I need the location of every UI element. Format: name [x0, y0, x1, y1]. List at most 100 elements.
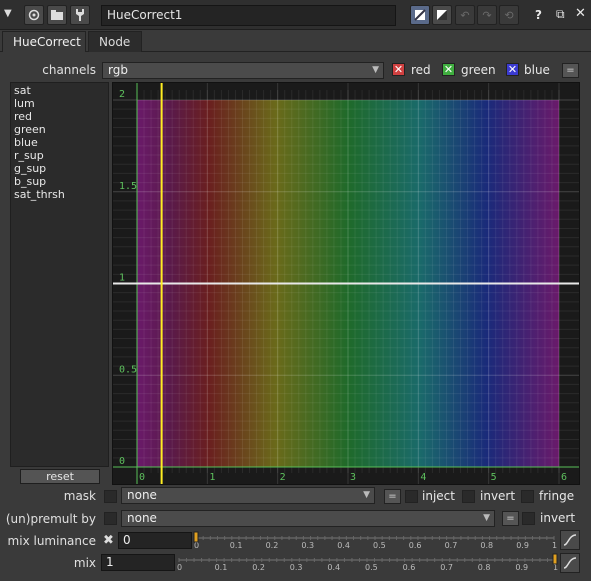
slider-tick-label: 0.8 [480, 541, 493, 550]
redo-icon[interactable]: ↷ [477, 5, 497, 25]
red-checkbox[interactable]: ✕ [392, 63, 405, 76]
premult-label: (un)premult by [5, 512, 96, 526]
slider-tick-label: 0.5 [373, 541, 386, 550]
x-tick-label: 1 [209, 472, 215, 483]
channels-link-button[interactable]: = [562, 63, 579, 78]
green-label: green [461, 63, 496, 77]
y-tick-label: 0 [119, 456, 125, 467]
blue-label: blue [524, 63, 550, 77]
slider-tick-label: 1 [552, 541, 557, 550]
mix-luminance-slider[interactable]: 0 0.1 0.2 0.3 0.4 0.5 0.6 0.7 0.8 0.9 1 [193, 530, 557, 552]
premult-invert-checkbox[interactable] [522, 512, 535, 525]
slider-tick-label: 0.7 [440, 563, 453, 572]
fringe-checkbox[interactable] [521, 490, 534, 503]
premult-link-button[interactable]: = [502, 511, 519, 526]
slider-tick-label: 0.1 [215, 563, 228, 572]
curve-item-r-sup[interactable]: r_sup [14, 149, 105, 162]
slider-tick-label: 0.9 [515, 563, 528, 572]
slider-tick-label: 0.5 [365, 563, 378, 572]
chevron-down-icon: ▼ [372, 65, 379, 75]
node-name-field[interactable]: HueCorrect1 [101, 5, 396, 26]
folder-icon[interactable] [47, 5, 67, 25]
curve-animation-icon[interactable] [560, 530, 580, 550]
premult-dropdown[interactable]: none ▼ [121, 510, 495, 527]
node-icon[interactable] [24, 5, 44, 25]
mask-label: mask [63, 489, 96, 503]
slider-tick-label: 0.8 [478, 563, 491, 572]
close-icon[interactable]: ✕ [575, 6, 586, 21]
collapse-arrow-icon[interactable]: ▼ [4, 8, 12, 19]
curve-editor-canvas[interactable]: 0 1 2 3 4 5 6 0 0.5 1 1.5 2 [113, 83, 579, 484]
chevron-down-icon: ▼ [483, 513, 490, 523]
slider-tick-label: 0.6 [409, 541, 422, 550]
y-tick-label: 2 [119, 89, 125, 100]
mask-dropdown[interactable]: none ▼ [121, 487, 375, 504]
x-tick-label: 2 [280, 472, 286, 483]
red-label: red [411, 63, 431, 77]
mask-invert-checkbox[interactable] [462, 490, 475, 503]
mix-label: mix [73, 556, 96, 570]
y-tick-label: 1 [119, 273, 125, 284]
slider-tick-label: 0.1 [230, 541, 243, 550]
slider-tick-label: 0.3 [301, 541, 314, 550]
slider-handle [193, 531, 199, 543]
mask-link-button[interactable]: = [384, 489, 401, 504]
y-tick-label: 1.5 [119, 181, 137, 192]
help-icon[interactable]: ? [535, 8, 542, 22]
premult-checkbox[interactable] [104, 512, 117, 525]
x-tick-label: 0 [139, 472, 145, 483]
slider-tick-label: 0.4 [337, 541, 350, 550]
curve-item-red[interactable]: red [14, 110, 105, 123]
green-checkbox[interactable]: ✕ [442, 63, 455, 76]
curve-item-sat-thrsh[interactable]: sat_thrsh [14, 188, 105, 201]
tab-node[interactable]: Node [88, 31, 142, 52]
slider-tick-label: 0.7 [445, 541, 458, 550]
curve-animation-icon[interactable] [560, 553, 580, 573]
x-tick-label: 5 [491, 472, 497, 483]
channels-value: rgb [108, 63, 128, 77]
mix-luminance-label: mix luminance [7, 534, 96, 548]
channels-label: channels [42, 63, 96, 77]
float-icon[interactable]: ⧉ [556, 7, 565, 22]
y-tick-label: 0.5 [119, 364, 137, 375]
x-tick-label: 6 [561, 472, 567, 483]
premult-invert-label: invert [540, 511, 576, 525]
reset-button[interactable]: reset [20, 469, 100, 484]
curve-editor[interactable]: 0 1 2 3 4 5 6 0 0.5 1 1.5 2 [112, 82, 580, 485]
slider-tick-label: 0.6 [403, 563, 416, 572]
curve-item-sat[interactable]: sat [14, 84, 105, 97]
reset-x-icon[interactable]: ✖ [103, 533, 114, 548]
slider-handle [552, 553, 558, 565]
inject-label: inject [422, 489, 455, 503]
mask-value: none [127, 488, 157, 502]
mask-invert-label: invert [480, 489, 516, 503]
curve-item-g-sup[interactable]: g_sup [14, 162, 105, 175]
channels-dropdown[interactable]: rgb ▼ [102, 62, 384, 79]
curve-item-green[interactable]: green [14, 123, 105, 136]
curve-item-lum[interactable]: lum [14, 97, 105, 110]
revert-icon[interactable]: ⟲ [499, 5, 519, 25]
mix-slider[interactable]: 0 0.1 0.2 0.3 0.4 0.5 0.6 0.7 0.8 0.9 1 [176, 552, 558, 574]
mix-luminance-field[interactable]: 0 [118, 532, 192, 549]
tab-huecorrect[interactable]: HueCorrect [2, 31, 86, 52]
inject-checkbox[interactable] [405, 490, 418, 503]
hide-input-icon[interactable] [432, 5, 452, 25]
curve-item-b-sup[interactable]: b_sup [14, 175, 105, 188]
color-swatch-icon[interactable] [410, 5, 430, 25]
slider-tick-label: 0.2 [252, 563, 265, 572]
slider-tick-label: 0.2 [266, 541, 279, 550]
slider-tick-label: 0.3 [290, 563, 303, 572]
curve-item-blue[interactable]: blue [14, 136, 105, 149]
blue-checkbox[interactable]: ✕ [506, 63, 519, 76]
x-tick-label: 4 [420, 472, 426, 483]
curve-list[interactable]: sat lum red green blue r_sup g_sup b_sup sat_thr… [10, 82, 109, 467]
x-tick-label: 3 [350, 472, 356, 483]
mask-checkbox[interactable] [104, 490, 117, 503]
slider-tick-label: 0.4 [327, 563, 340, 572]
slider-tick-label: 0 [177, 563, 182, 572]
tools-icon[interactable] [70, 5, 90, 25]
undo-icon[interactable]: ↶ [455, 5, 475, 25]
chevron-down-icon: ▼ [363, 490, 370, 500]
mix-field[interactable]: 1 [101, 554, 175, 571]
slider-tick-label: 0.9 [516, 541, 529, 550]
